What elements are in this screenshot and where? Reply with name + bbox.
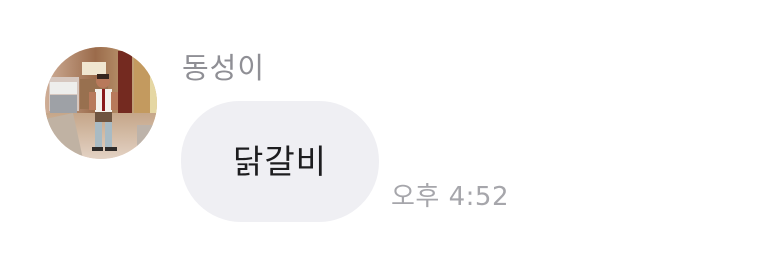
profile-photo-icon [45, 47, 157, 159]
message-text: 닭갈비 [232, 141, 328, 181]
message-bubble[interactable]: 닭갈비 [181, 101, 379, 222]
sender-avatar[interactable] [45, 47, 157, 159]
sender-name: 동성이 [182, 51, 266, 85]
incoming-message-row: 동성이 닭갈비 오후 4:52 [0, 0, 777, 259]
message-timestamp: 오후 4:52 [391, 182, 509, 212]
